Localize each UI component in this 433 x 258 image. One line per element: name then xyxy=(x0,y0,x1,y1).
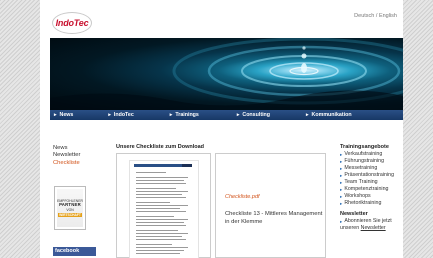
doc-text-line xyxy=(136,208,180,209)
doc-text-line xyxy=(136,247,188,248)
doc-text-line xyxy=(136,225,186,226)
document-page-preview xyxy=(129,160,199,258)
nav-arrow-icon: ▸ xyxy=(108,112,111,118)
header-banner-water-drop xyxy=(50,38,403,110)
doc-text-line xyxy=(136,233,188,234)
subnav-item-newsletter[interactable]: Newsletter xyxy=(53,152,80,159)
training-link-label: Rhetoriktraining xyxy=(344,200,382,206)
training-link-label: Präsentationstraining xyxy=(344,172,395,178)
newsletter-text2: unseren xyxy=(340,225,361,231)
nav-item-consulting[interactable]: ▸ Consulting xyxy=(237,112,270,118)
doc-text-line xyxy=(136,172,166,173)
doc-text-line xyxy=(136,177,188,178)
checklist-heading: Unsere Checkliste zum Download xyxy=(116,144,205,150)
training-link-fuehrungstraining[interactable]: ▸ Führungstraining xyxy=(340,158,394,165)
bullet-arrow-icon: ▸ xyxy=(340,159,343,164)
nav-arrow-icon: ▸ xyxy=(236,112,240,118)
training-link-label: Workshops xyxy=(344,193,371,199)
doc-text-line xyxy=(136,194,182,195)
bullet-arrow-icon: ▸ xyxy=(340,180,343,185)
partner-badge-inner: EMPFOHLENER PARTNER VON WIRTSCHAFT xyxy=(57,189,83,227)
doc-text-line xyxy=(136,202,170,203)
water-ripple-graphic xyxy=(50,38,403,110)
training-link-label: Verkaufstraining xyxy=(344,151,383,157)
bullet-arrow-icon: ▸ xyxy=(340,219,343,224)
nav-item-indotec[interactable]: ▸ IndoTec xyxy=(108,112,133,118)
lang-de-link[interactable]: Deutsch xyxy=(354,13,374,19)
facebook-button[interactable]: facebook xyxy=(53,247,96,256)
doc-text-line xyxy=(136,230,178,231)
nav-arrow-icon: ▸ xyxy=(54,112,57,118)
lang-en-link[interactable]: English xyxy=(379,13,397,19)
partner-badge-brand: WIRTSCHAFT xyxy=(58,212,82,217)
checklist-description: Checkliste 13 - Mittleres Management in … xyxy=(225,211,323,225)
doc-text-line xyxy=(136,197,186,198)
newsletter-text-line2: unseren Newsletter xyxy=(340,225,394,232)
doc-text-line xyxy=(136,219,188,220)
newsletter-subscribe-line[interactable]: ▸ Abonnieren Sie jetzt xyxy=(340,218,394,225)
subnav-item-news[interactable]: News xyxy=(53,145,80,152)
doc-text-line xyxy=(136,211,186,212)
nav-item-news[interactable]: ▸ News xyxy=(54,112,73,118)
nav-item-kommunikation[interactable]: ▸ Kommunikation xyxy=(306,112,352,118)
nav-label: News xyxy=(59,112,74,118)
bullet-arrow-icon: ▸ xyxy=(340,201,343,206)
bullet-arrow-icon: ▸ xyxy=(340,173,343,178)
doc-text-line xyxy=(136,244,172,245)
training-link-rhetoriktraining[interactable]: ▸ Rhetoriktraining xyxy=(340,200,394,207)
doc-text-line xyxy=(136,239,186,240)
nav-label: IndoTec xyxy=(113,112,134,118)
facebook-label: facebook xyxy=(55,248,80,254)
left-subnavigation: News Newsletter Checkliste xyxy=(53,145,80,167)
language-switcher: Deutsch / English xyxy=(354,13,397,19)
partner-badge[interactable]: EMPFOHLENER PARTNER VON WIRTSCHAFT xyxy=(54,186,86,230)
training-link-messetraining[interactable]: ▸ Messetraining xyxy=(340,165,394,172)
training-link-label: Messetraining xyxy=(344,165,378,171)
doc-text-line xyxy=(136,183,186,184)
bullet-arrow-icon: ▸ xyxy=(340,194,343,199)
newsletter-link[interactable]: Newsletter xyxy=(361,225,386,231)
checklist-info-box: Checkliste.pdf Checkliste 13 - Mittleres… xyxy=(215,153,326,258)
doc-text-line xyxy=(136,250,184,251)
logo-text: IndoTec xyxy=(55,18,89,28)
nav-arrow-icon: ▸ xyxy=(169,112,173,118)
training-link-team-training[interactable]: ▸ Team Training xyxy=(340,179,394,186)
training-link-kompetenztraining[interactable]: ▸ Kompetenztraining xyxy=(340,186,394,193)
doc-text-line xyxy=(136,188,176,189)
newsletter-text: Abonnieren Sie jetzt xyxy=(344,218,392,224)
newsletter-heading: Newsletter xyxy=(340,211,368,217)
page: IndoTec Deutsch / English ▸ News ▸ IndoT… xyxy=(40,0,403,258)
nav-label: Kommunikation xyxy=(311,112,352,118)
right-sidebar: Trainingsangebote ▸ Verkaufstraining ▸ Füh… xyxy=(340,144,394,232)
doc-text-line xyxy=(136,216,174,217)
bullet-arrow-icon: ▸ xyxy=(340,152,343,157)
partner-badge-line3: VON xyxy=(66,207,74,212)
training-link-label: Team Training xyxy=(344,179,378,185)
trainings-heading: Trainingsangebote xyxy=(340,144,389,150)
doc-text-line xyxy=(136,191,188,192)
nav-item-trainings[interactable]: ▸ Trainings xyxy=(170,112,199,118)
nav-arrow-icon: ▸ xyxy=(306,112,309,118)
bullet-arrow-icon: ▸ xyxy=(340,187,343,192)
doc-header-bar-dark xyxy=(182,164,192,167)
main-navigation: ▸ News ▸ IndoTec ▸ Trainings ▸ Consultin… xyxy=(50,110,403,120)
training-link-label: Führungstraining xyxy=(344,158,385,164)
doc-text-line xyxy=(136,180,184,181)
nav-label: Trainings xyxy=(175,112,199,118)
nav-label: Consulting xyxy=(242,112,271,118)
subnav-item-checkliste[interactable]: Checkliste xyxy=(53,160,80,167)
training-link-label: Kompetenztraining xyxy=(344,186,389,192)
doc-text-line xyxy=(136,205,188,206)
training-link-praesentationstraining[interactable]: ▸ Präsentationstraining xyxy=(340,172,394,179)
doc-text-line xyxy=(136,222,184,223)
doc-text-line xyxy=(136,253,180,254)
checklist-pdf-link[interactable]: Checkliste.pdf xyxy=(225,194,260,200)
training-link-workshops[interactable]: ▸ Workshops xyxy=(340,193,394,200)
doc-text-line xyxy=(136,236,182,237)
checklist-thumbnail[interactable] xyxy=(116,153,211,258)
indotec-logo[interactable]: IndoTec xyxy=(52,12,92,34)
training-link-verkaufstraining[interactable]: ▸ Verkaufstraining xyxy=(340,151,394,158)
bullet-arrow-icon: ▸ xyxy=(340,166,343,171)
